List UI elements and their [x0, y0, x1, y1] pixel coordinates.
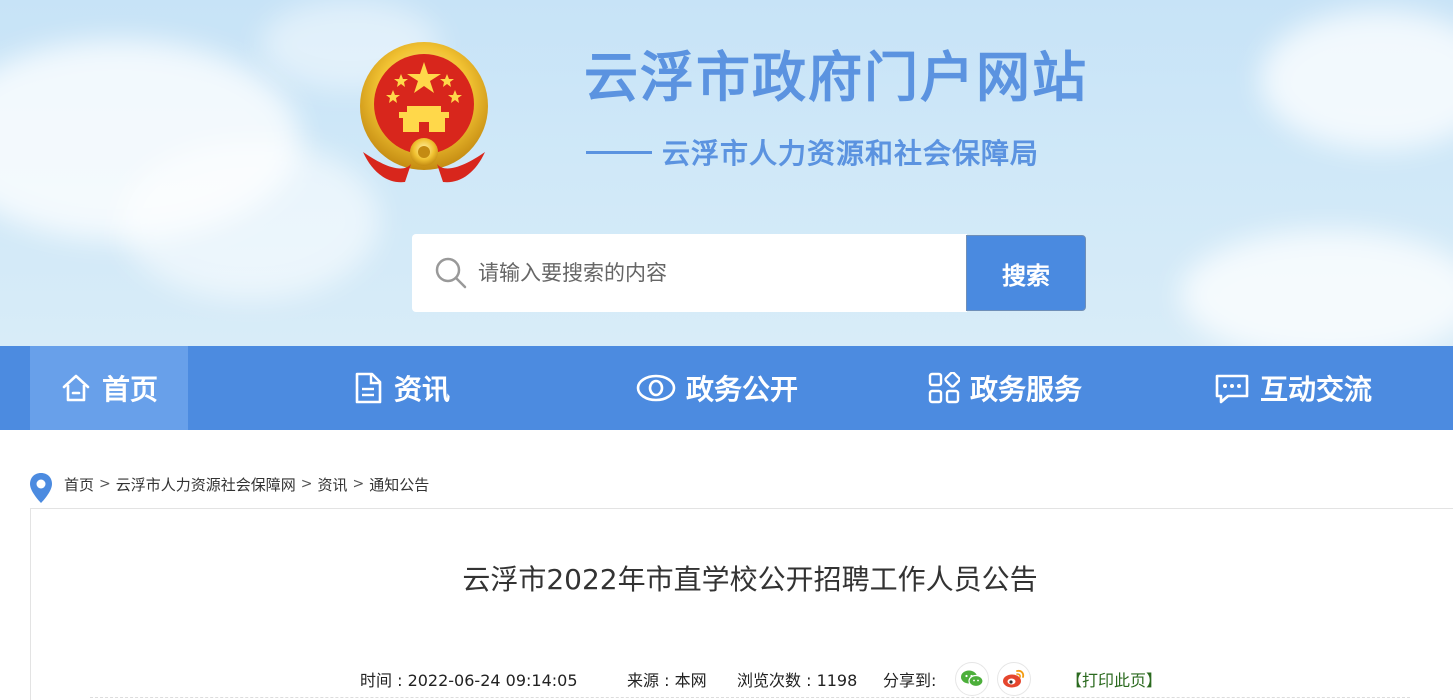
national-emblem-icon	[360, 42, 488, 183]
site-subtitle: 云浮市人力资源和社会保障局	[586, 134, 1039, 170]
search-box	[412, 234, 967, 312]
nav-item-gov-services[interactable]: 政务服务	[928, 346, 1082, 430]
location-pin-icon	[30, 473, 52, 503]
eye-icon	[636, 374, 676, 402]
share-wechat-button[interactable]	[955, 662, 989, 696]
print-page-wrapper: 【打印此页】	[1066, 664, 1162, 694]
grid-icon	[928, 372, 960, 404]
wechat-icon	[961, 670, 984, 688]
subtitle-dash	[586, 150, 652, 154]
share-weibo-button[interactable]	[997, 662, 1031, 696]
site-title: 云浮市政府门户网站	[584, 46, 1088, 109]
main-nav: 首页 资讯 政务公开 政务服务 互动交流	[0, 346, 1453, 430]
cloud-decoration	[120, 140, 380, 300]
nav-label-interaction: 互动交流	[1260, 373, 1373, 406]
article-source: 来源 : 本网	[627, 671, 707, 690]
breadcrumb-item-hrss-site[interactable]: 云浮市人力资源社会保障网	[116, 474, 296, 495]
article-time: 时间 : 2022-06-24 09:14:05	[360, 671, 578, 690]
nav-item-news[interactable]: 资讯	[352, 346, 450, 430]
nav-label-gov-services: 政务服务	[970, 373, 1083, 406]
search-input[interactable]	[478, 261, 948, 285]
home-icon	[62, 374, 90, 402]
breadcrumb-item-notices[interactable]: 通知公告	[369, 474, 429, 495]
nav-item-home[interactable]: 首页	[30, 346, 188, 430]
nav-label-gov-affairs-open: 政务公开	[686, 373, 799, 406]
print-page-link[interactable]: 【打印此页】	[1066, 667, 1162, 691]
breadcrumb-separator: >	[300, 476, 313, 492]
search-icon	[435, 257, 467, 289]
nav-item-gov-affairs-open[interactable]: 政务公开	[636, 346, 798, 430]
search-button[interactable]: 搜索	[966, 235, 1086, 311]
article-views: 浏览次数 : 1198	[737, 671, 858, 690]
breadcrumb-item-news[interactable]: 资讯	[318, 474, 348, 495]
site-subtitle-text: 云浮市人力资源和社会保障局	[662, 137, 1040, 170]
share-label: 分享到:	[883, 671, 937, 690]
nav-label-home: 首页	[101, 373, 158, 406]
cloud-decoration	[1180, 230, 1453, 346]
weibo-icon	[1003, 669, 1025, 688]
document-icon	[355, 372, 382, 404]
meta-divider	[90, 697, 1410, 698]
breadcrumb: 首页 > 云浮市人力资源社会保障网 > 资讯 > 通知公告	[28, 466, 429, 503]
breadcrumb-separator: >	[352, 476, 365, 492]
breadcrumb-item-home[interactable]: 首页	[64, 474, 94, 495]
chat-icon	[1215, 374, 1249, 404]
article-title: 云浮市2022年市直学校公开招聘工作人员公告	[462, 563, 1038, 596]
breadcrumb-separator: >	[99, 476, 111, 492]
nav-item-interaction[interactable]: 互动交流	[1214, 346, 1372, 430]
nav-label-news: 资讯	[394, 373, 451, 406]
cloud-decoration	[1260, 10, 1453, 150]
